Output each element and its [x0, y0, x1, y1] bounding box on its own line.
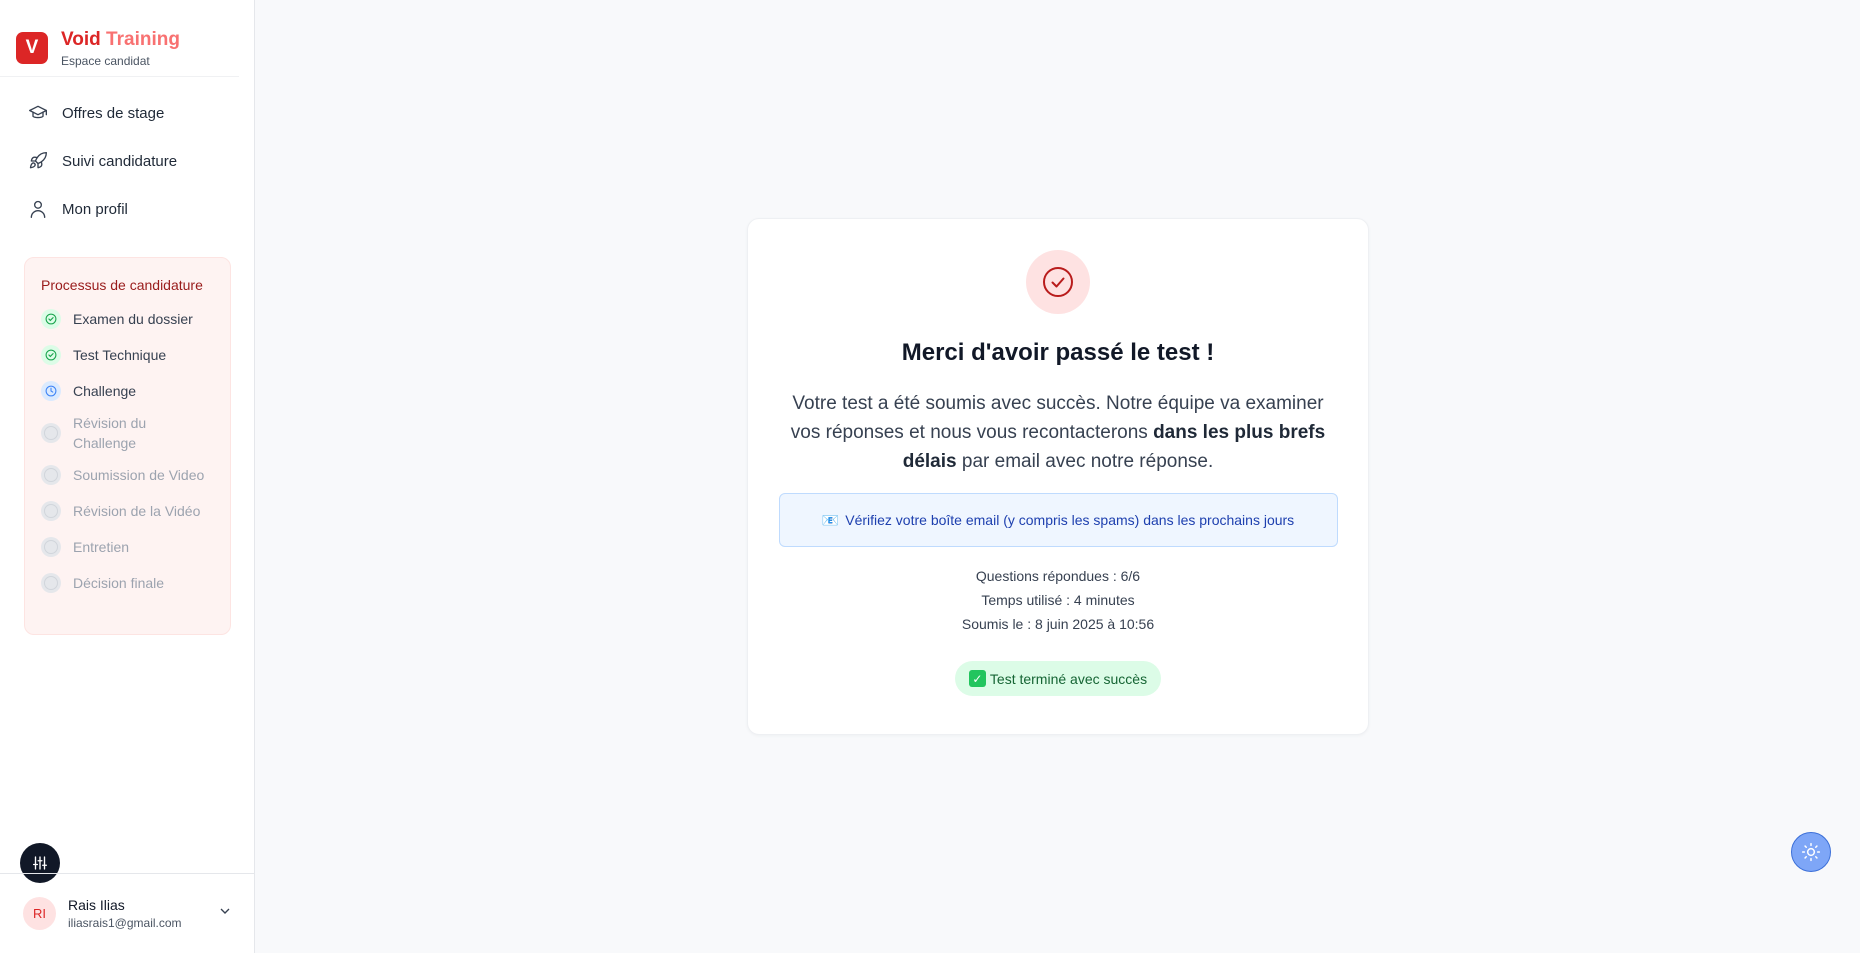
- nav-item-label: Mon profil: [62, 200, 128, 218]
- pending-circle-icon: [41, 465, 61, 485]
- brand-name-part2: Training: [100, 28, 180, 50]
- process-step: Test Technique: [41, 337, 214, 373]
- brand-header: V Void Training Espace candidat: [0, 0, 239, 77]
- user-name: Rais Ilias: [68, 897, 125, 913]
- pending-circle-icon: [41, 573, 61, 593]
- envelope-icon: 📧: [821, 511, 840, 528]
- main-nav: Offres de stage Suivi candidature Mon pr…: [0, 77, 254, 233]
- status-badge: ✓ Test terminé avec succès: [954, 661, 1162, 696]
- process-step: Décision finale: [41, 565, 214, 601]
- user-icon: [30, 200, 46, 218]
- check-circle-icon: [41, 309, 61, 329]
- nav-item-offres[interactable]: Offres de stage: [16, 89, 238, 137]
- graduation-cap-icon: [29, 105, 47, 119]
- process-step: Entretien: [41, 529, 214, 565]
- step-label: Soumission de Video: [73, 467, 205, 483]
- step-label: Décision finale: [73, 575, 165, 591]
- brand-name: Void Training: [61, 29, 180, 51]
- nav-item-suivi[interactable]: Suivi candidature: [16, 137, 238, 185]
- process-step: Soumission de Video: [41, 457, 214, 493]
- brand-name-part1: Void: [61, 28, 101, 50]
- logo[interactable]: V: [16, 32, 48, 64]
- nav-item-profil[interactable]: Mon profil: [16, 185, 238, 233]
- step-label: Test Technique: [73, 347, 167, 363]
- pending-circle-icon: [41, 537, 61, 557]
- user-menu[interactable]: RI Rais Ilias iliasrais1@gmail.com: [0, 873, 255, 953]
- success-check-icon: [1026, 250, 1090, 314]
- page-title: Merci d'avoir passé le test !: [901, 339, 1215, 366]
- process-step: Examen du dossier: [41, 301, 214, 337]
- check-mark-icon: ✓: [968, 670, 986, 687]
- info-text: Vérifiez votre boîte email (y compris le…: [845, 512, 1295, 528]
- process-title: Processus de candidature: [41, 277, 203, 293]
- pending-circle-icon: [41, 501, 61, 521]
- success-message: Votre test a été soumis avec succès. Not…: [778, 389, 1338, 476]
- process-step: Challenge: [41, 373, 214, 409]
- stat-submitted: Soumis le : 8 juin 2025 à 10:56: [961, 616, 1155, 632]
- nav-item-label: Offres de stage: [62, 104, 165, 122]
- theme-toggle-button[interactable]: [1791, 832, 1831, 872]
- process-step: Révision de la Vidéo: [41, 493, 214, 529]
- message-part2: par email avec notre réponse.: [956, 451, 1214, 472]
- brand-subtitle: Espace candidat: [61, 53, 150, 68]
- success-card: Merci d'avoir passé le test ! Votre test…: [747, 218, 1369, 735]
- nav-item-label: Suivi candidature: [62, 152, 178, 170]
- step-label: Challenge: [73, 383, 137, 399]
- step-label: Révision de la Vidéo: [73, 503, 201, 519]
- sidebar: V Void Training Espace candidat Offres d…: [0, 0, 255, 953]
- clock-icon: [41, 381, 61, 401]
- sliders-icon: [32, 856, 48, 870]
- sun-icon: [1801, 842, 1821, 862]
- email-info-box: 📧 Vérifiez votre boîte email (y compris …: [778, 493, 1338, 547]
- step-label: Examen du dossier: [73, 311, 193, 327]
- process-panel: Processus de candidature Examen du dossi…: [24, 257, 231, 635]
- stat-questions: Questions répondues : 6/6: [975, 568, 1141, 584]
- stat-time: Temps utilisé : 4 minutes: [981, 592, 1135, 608]
- badge-text: Test terminé avec succès: [989, 670, 1148, 687]
- step-label: Révision du Challenge: [73, 415, 147, 451]
- process-step: Révision du Challenge: [41, 411, 214, 455]
- user-email: iliasrais1@gmail.com: [68, 916, 182, 930]
- test-stats: Questions répondues : 6/6 Temps utilisé …: [748, 564, 1368, 636]
- avatar: RI: [23, 897, 56, 930]
- pending-circle-icon: [41, 423, 61, 443]
- rocket-icon: [29, 151, 47, 169]
- check-circle-icon: [41, 345, 61, 365]
- chevron-down-icon[interactable]: [217, 903, 233, 924]
- step-label: Entretien: [73, 539, 130, 555]
- brand-text: Void Training Espace candidat: [61, 29, 180, 68]
- user-info: Rais Ilias iliasrais1@gmail.com: [68, 897, 217, 930]
